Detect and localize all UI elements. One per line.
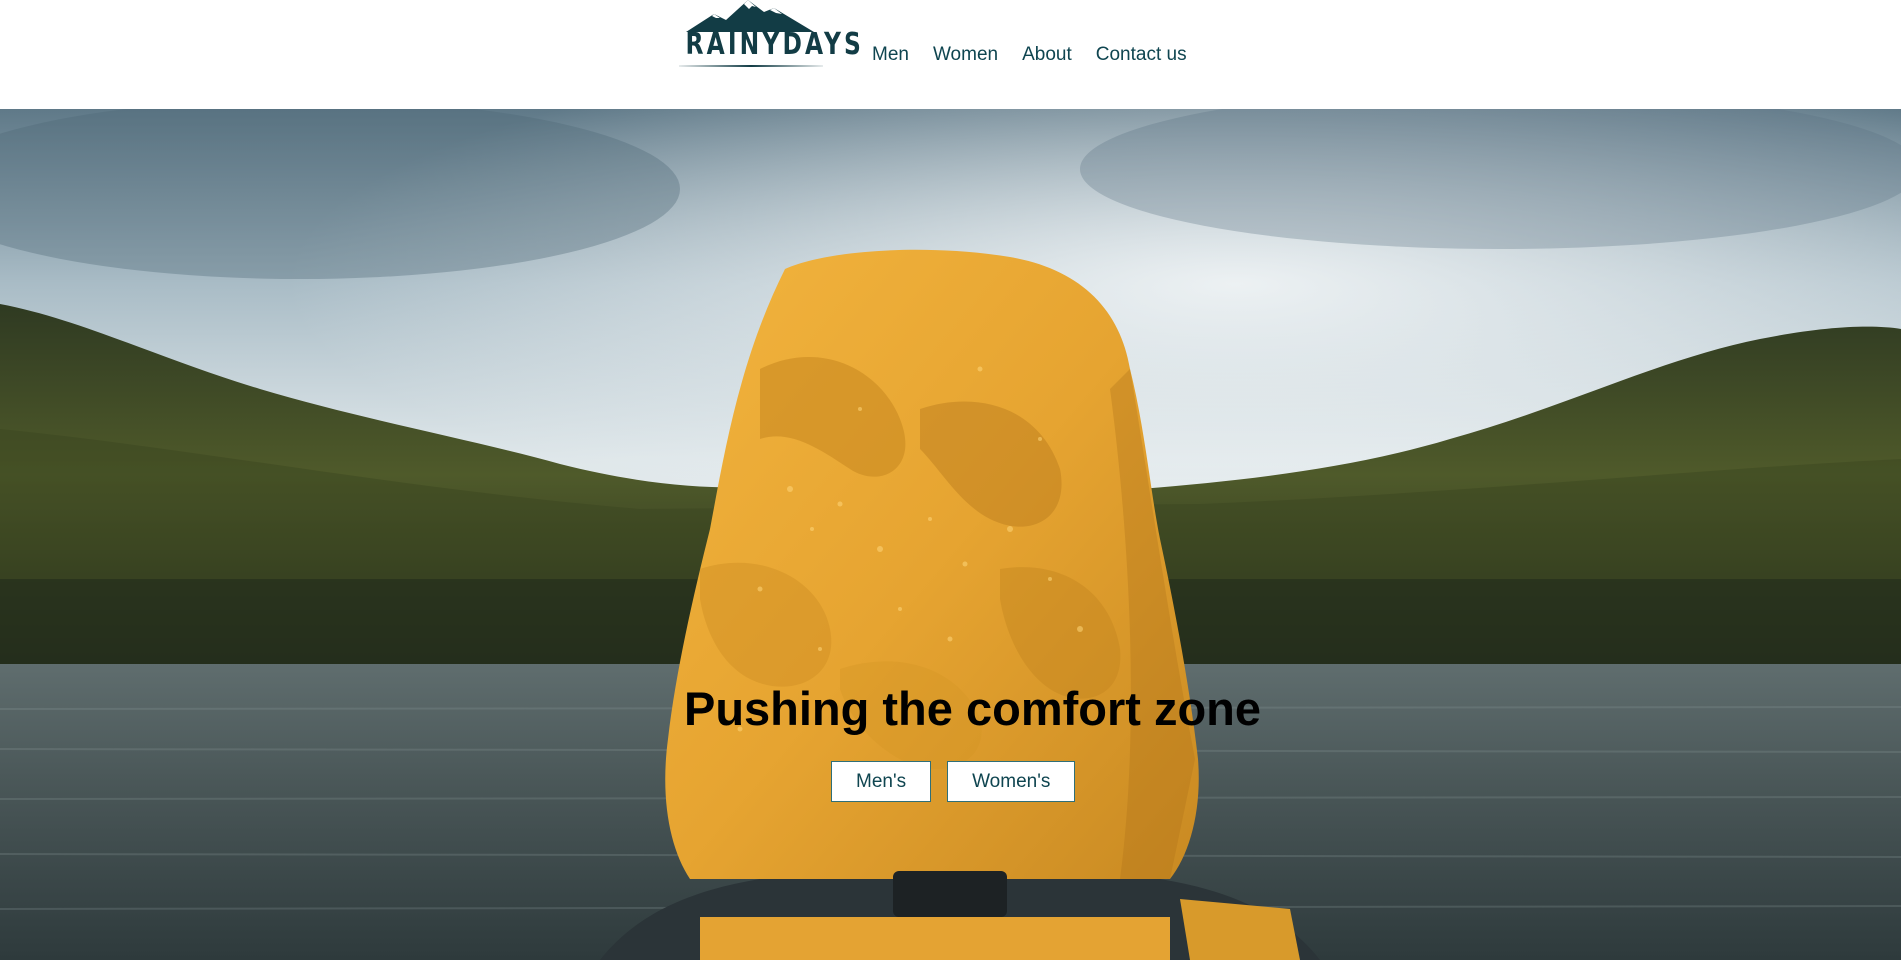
nav-link-contact[interactable]: Contact us [1096,40,1187,70]
hero-image [0,109,1901,960]
main-nav: Men Women About Contact us [872,40,1211,70]
hero-section: Pushing the comfort zone Men's Women's [0,109,1901,960]
womens-button[interactable]: Women's [947,761,1076,802]
nav-link-men[interactable]: Men [872,40,909,70]
logo-underline [679,65,823,67]
mens-button[interactable]: Men's [831,761,932,802]
hero-buttons: Men's Women's [831,761,1076,802]
nav-link-about[interactable]: About [1022,40,1072,70]
logo-text: RAINYDAYS [685,27,865,62]
site-header: RAINYDAYS Men Women About Contact us [0,0,1901,109]
logo-link[interactable]: RAINYDAYS [667,0,865,72]
hero-title: Pushing the comfort zone [683,682,1262,735]
nav-link-women[interactable]: Women [933,40,998,70]
